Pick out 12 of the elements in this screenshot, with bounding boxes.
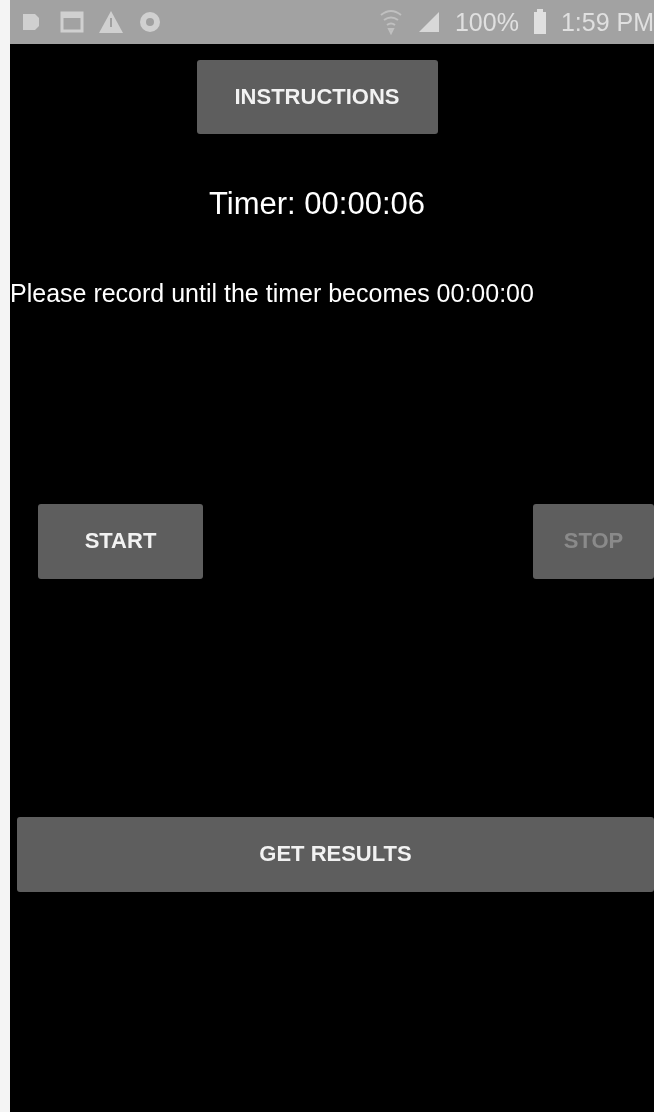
battery-icon: [532, 9, 547, 35]
circle-icon: [138, 10, 162, 34]
get-results-button[interactable]: GET RESULTS: [17, 816, 654, 892]
clock: 1:59 PM: [560, 7, 654, 37]
wifi-icon: [378, 9, 403, 35]
instructions-button[interactable]: INSTRUCTIONS: [196, 60, 438, 134]
calendar-icon: [60, 11, 84, 33]
instruction-message: Please record until the timer becomes 00:00:00: [10, 278, 535, 309]
warning-icon: [98, 10, 124, 34]
battery-percent: 100%: [454, 7, 519, 37]
timer-text: Timer: 00:00:06: [208, 186, 426, 222]
start-button[interactable]: START: [38, 503, 203, 579]
